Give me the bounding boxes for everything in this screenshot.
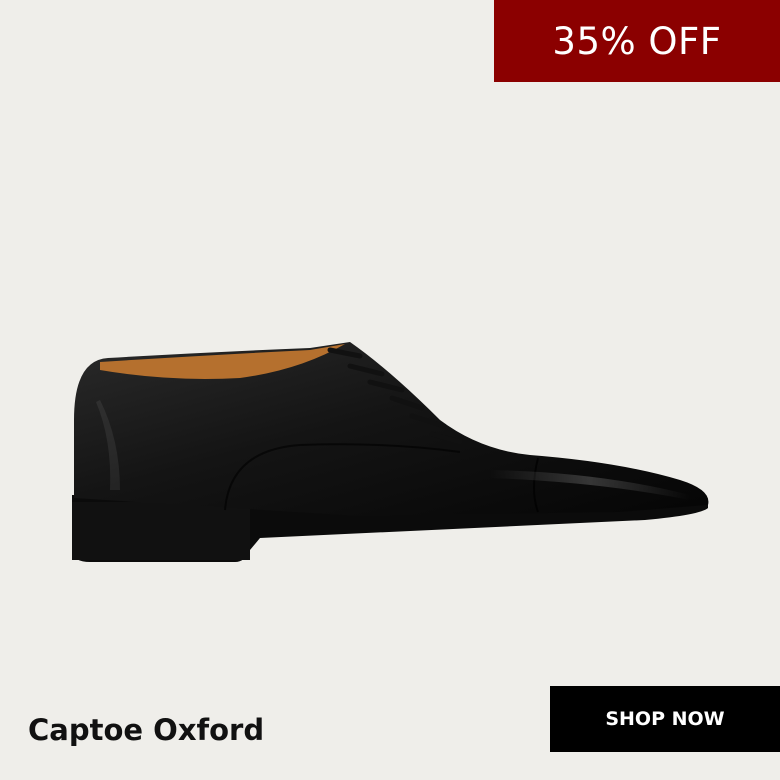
shoe-heel xyxy=(72,502,250,560)
shop-now-button[interactable]: SHOP NOW xyxy=(550,686,780,752)
product-title: Captoe Oxford xyxy=(28,713,265,747)
discount-badge: 35% OFF xyxy=(494,0,780,82)
discount-label: 35% OFF xyxy=(552,19,722,63)
shop-now-label: SHOP NOW xyxy=(605,708,725,730)
product-promo-card[interactable]: 35% OFF Captoe Oxford SHOP NOW xyxy=(0,0,780,780)
captoe-oxford-shoe-image xyxy=(72,342,709,562)
